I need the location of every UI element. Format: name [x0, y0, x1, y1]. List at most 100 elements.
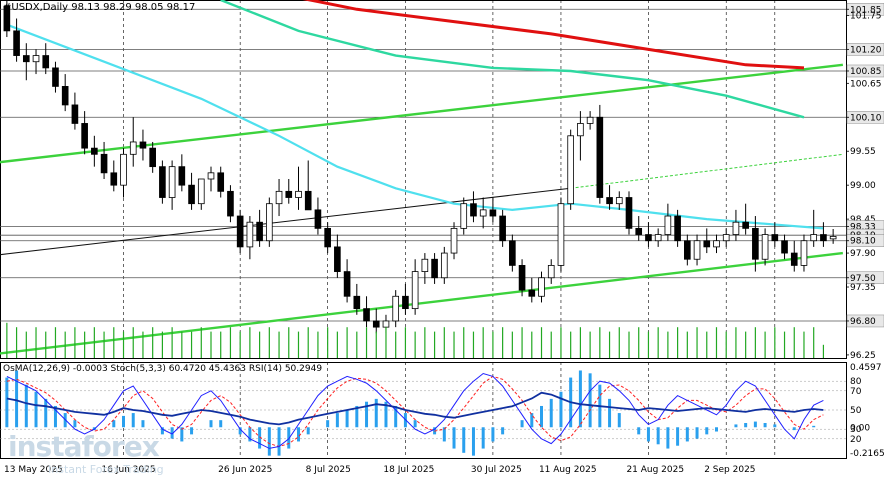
chart-title: #USDX,Daily 98.13 98.29 98.05 98.17	[3, 2, 195, 13]
candle-body	[139, 141, 147, 149]
candle-body	[538, 277, 545, 297]
candle-body	[518, 265, 526, 291]
mid-trendline-projection	[570, 153, 843, 189]
candle-body	[703, 240, 711, 248]
candle-body	[363, 308, 370, 322]
candle-body	[820, 234, 827, 242]
candle-body	[382, 320, 390, 328]
candle-body	[129, 141, 137, 155]
candle-body	[645, 234, 652, 242]
ohlc-readout: 98.13 98.29 98.05 98.17	[71, 2, 196, 13]
candle-body	[168, 166, 176, 198]
candle-body	[635, 227, 643, 235]
candle-body	[567, 135, 574, 205]
candle-body	[615, 197, 623, 205]
date-axis-label: 8 Jul 2025	[306, 465, 351, 475]
candle-body	[489, 209, 497, 217]
candle-body	[460, 203, 468, 229]
date-axis-label: 18 Jul 2025	[383, 465, 434, 475]
symbol-label: #USDX,Daily	[3, 2, 69, 13]
oscillator-axis-label: 70	[850, 387, 862, 397]
candle-body	[596, 116, 604, 198]
candle-body	[13, 30, 20, 56]
candle-body	[178, 166, 186, 186]
candle-body	[266, 203, 273, 242]
ma-cyan	[6, 23, 824, 230]
candle-body	[411, 271, 419, 310]
date-axis-label: 11 Aug 2025	[539, 465, 597, 475]
main-frame	[0, 0, 847, 359]
candle-body	[91, 147, 98, 155]
candle-body	[275, 190, 283, 205]
candle-body	[470, 203, 477, 217]
price-axis-label: 96.25	[850, 351, 876, 361]
chart-window: 101.85 101.75 101.20 100.85 100.65 100.10 99.5…	[0, 0, 884, 479]
oscillator-axis-label: 20	[850, 435, 862, 445]
price-axis-label: 100.85	[850, 67, 882, 77]
candle-body	[479, 209, 487, 217]
price-axis-label: 100.65	[850, 79, 882, 89]
candle-body	[285, 190, 293, 198]
date-axis-label: 21 Aug 2025	[626, 465, 684, 475]
candle-body	[197, 178, 205, 205]
oscillator-axis-label: 0.00	[850, 423, 870, 433]
price-axis-label: 99.00	[850, 181, 876, 191]
price-axis-label: 97.90	[850, 249, 876, 259]
candle-body	[674, 215, 681, 242]
price-axis-label: 101.20	[850, 45, 882, 55]
candle-body	[100, 153, 108, 174]
candle-body	[159, 166, 166, 198]
candle-body	[246, 221, 254, 248]
candle-body	[42, 55, 50, 69]
oscillator-axis-label: -0.2165	[850, 449, 884, 459]
candle-body	[713, 240, 720, 248]
candle-body	[722, 234, 730, 242]
price-axis-label: 101.75	[850, 11, 882, 21]
candle-body	[236, 215, 244, 248]
mid-trendline	[0, 187, 571, 256]
candle-body	[577, 123, 584, 137]
candle-body	[450, 227, 458, 254]
candle-body	[256, 221, 263, 242]
candle-body	[402, 295, 409, 310]
candle-body	[761, 234, 769, 260]
candle-body	[392, 295, 400, 322]
candle-body	[22, 55, 30, 63]
candle-body	[654, 234, 662, 242]
candle-body	[207, 172, 215, 180]
candle-body	[372, 320, 380, 328]
candle-body	[625, 197, 633, 229]
ma-red	[302, 0, 805, 70]
price-axis-label: 97.35	[850, 283, 876, 293]
candle-body	[684, 240, 691, 260]
candle-body	[32, 55, 40, 63]
candle-body	[304, 190, 312, 211]
candle-body	[295, 190, 302, 198]
candle-body	[547, 265, 555, 279]
candle-body	[742, 221, 749, 229]
candle-body	[61, 86, 69, 106]
price-axis-label: 98.10	[850, 237, 876, 247]
watermark-logo: instaforex	[8, 430, 160, 463]
candle-body	[509, 240, 516, 266]
candle-body	[829, 236, 837, 240]
oscillator-axis-label: 50	[850, 406, 862, 416]
candle-body	[343, 271, 351, 297]
candle-body	[120, 153, 127, 186]
candle-body	[440, 252, 448, 279]
candle-body	[752, 227, 759, 260]
candle-body	[771, 234, 779, 242]
candle-body	[334, 246, 341, 272]
candle-body	[188, 184, 195, 205]
oscillator-axis-label: 0.4597	[850, 363, 882, 373]
price-chart[interactable]: 101.85101.75101.20100.85100.65100.1099.5…	[0, 0, 884, 479]
date-axis-label: 30 Jul 2025	[471, 465, 522, 475]
candle-body	[353, 295, 361, 310]
candle-body	[664, 215, 672, 235]
candle-body	[149, 147, 156, 168]
candle-body	[421, 258, 429, 272]
candle-body	[693, 240, 701, 260]
date-axis-label: 26 Jun 2025	[218, 465, 272, 475]
candle-body	[324, 227, 331, 248]
candle-body	[586, 116, 594, 124]
